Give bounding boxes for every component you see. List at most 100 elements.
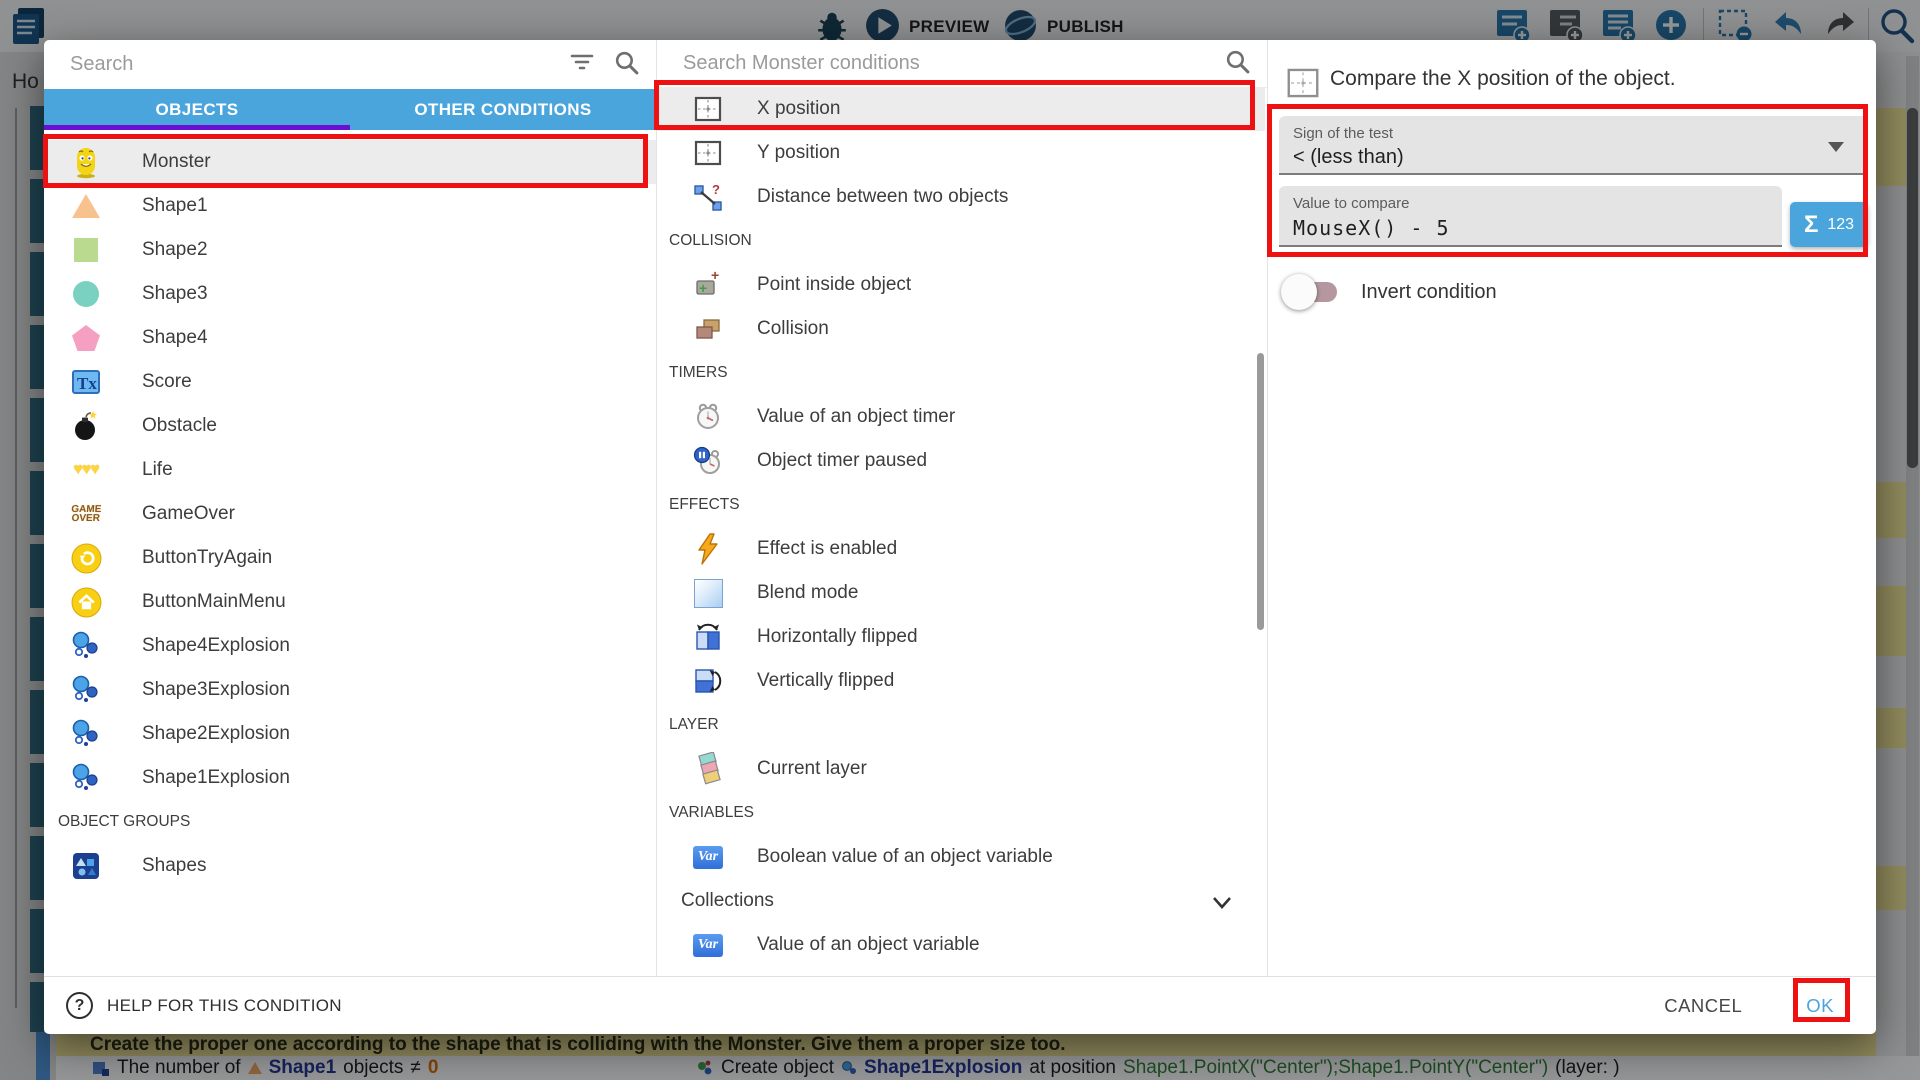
object-item-gameover[interactable]: GAMEOVER GameOver xyxy=(44,492,656,536)
object-item-life[interactable]: ♥♥♥ Life xyxy=(44,448,656,492)
explosion-particles-icon xyxy=(66,714,106,754)
object-item-shape4[interactable]: Shape4 xyxy=(44,316,656,360)
conditions-panel: X position Y position ? Distance between… xyxy=(656,40,1268,976)
bomb-icon xyxy=(66,406,106,446)
svg-text:+: + xyxy=(699,280,707,296)
objects-panel: OBJECTS OTHER CONDITIONS Monster Shape1 … xyxy=(44,40,656,976)
section-header-effects: EFFECTS xyxy=(657,483,1265,527)
conditions-searchbar xyxy=(657,40,1267,88)
timer-icon xyxy=(691,400,725,434)
help-link[interactable]: ? HELP FOR THIS CONDITION xyxy=(66,992,342,1019)
object-item-shape4explosion[interactable]: Shape4Explosion xyxy=(44,624,656,668)
pentagon-icon xyxy=(66,318,106,358)
lightning-icon xyxy=(691,532,725,566)
picker-tabs: OBJECTS OTHER CONDITIONS xyxy=(44,89,656,130)
home-button-icon xyxy=(66,582,106,622)
filter-icon[interactable] xyxy=(569,51,595,78)
condition-item-y-position[interactable]: Y position xyxy=(657,131,1265,175)
timer-paused-icon xyxy=(691,444,725,478)
blend-mode-icon xyxy=(691,576,725,610)
objects-search-input[interactable] xyxy=(68,52,551,77)
condition-item-effect-enabled[interactable]: Effect is enabled xyxy=(657,527,1265,571)
horizontal-flip-icon xyxy=(691,620,725,654)
screen: PREVIEW PUBLISH xyxy=(0,0,1920,1080)
conditions-scrollbar[interactable] xyxy=(1257,353,1264,630)
condition-item-distance[interactable]: ? Distance between two objects xyxy=(657,175,1265,219)
svg-text:Tx: Tx xyxy=(77,374,97,393)
object-item-score[interactable]: Tx Score xyxy=(44,360,656,404)
value-to-compare-input[interactable]: Value to compare MouseX() - 5 xyxy=(1279,186,1782,247)
condition-editor-dialog: OBJECTS OTHER CONDITIONS Monster Shape1 … xyxy=(44,40,1876,1034)
hearts-icon: ♥♥♥ xyxy=(66,450,106,490)
chevron-down-icon xyxy=(1209,889,1235,920)
retry-button-icon xyxy=(66,538,106,578)
invert-condition-toggle[interactable] xyxy=(1285,282,1337,302)
object-item-shape2[interactable]: Shape2 xyxy=(44,228,656,272)
condition-item-variable-value[interactable]: Var Value of an object variable xyxy=(657,923,1265,967)
object-item-buttontryagain[interactable]: ButtonTryAgain xyxy=(44,536,656,580)
section-header-variables: VARIABLES xyxy=(657,791,1265,835)
help-icon: ? xyxy=(66,992,93,1019)
object-groups-header: OBJECT GROUPS xyxy=(44,800,656,844)
condition-item-horizontally-flipped[interactable]: Horizontally flipped xyxy=(657,615,1265,659)
invert-condition-row: Invert condition xyxy=(1285,272,1497,312)
vertical-flip-icon xyxy=(691,664,725,698)
object-item-shape1[interactable]: Shape1 xyxy=(44,184,656,228)
sign-of-test-select[interactable]: Sign of the test < (less than) xyxy=(1279,116,1868,175)
objects-list: Monster Shape1 Shape2 Shape3 Shape4 xyxy=(44,140,656,888)
condition-item-boolean-variable[interactable]: Var Boolean value of an object variable xyxy=(657,835,1265,879)
condition-item-point-inside[interactable]: ++ Point inside object xyxy=(657,263,1265,307)
objects-searchbar xyxy=(44,40,656,89)
expression-editor-button[interactable]: Σ 123 xyxy=(1790,202,1868,247)
object-item-monster[interactable]: Monster xyxy=(44,140,656,184)
y-position-icon xyxy=(691,136,725,170)
circle-icon xyxy=(66,274,106,314)
object-item-shape1explosion[interactable]: Shape1Explosion xyxy=(44,756,656,800)
ok-button[interactable]: OK xyxy=(1800,994,1840,1018)
triangle-icon xyxy=(66,186,106,226)
group-item-shapes[interactable]: Shapes xyxy=(44,844,656,888)
x-position-icon xyxy=(1284,64,1322,107)
object-item-buttonmainmenu[interactable]: ButtonMainMenu xyxy=(44,580,656,624)
section-header-layer: LAYER xyxy=(657,703,1265,747)
condition-item-timer-value[interactable]: Value of an object timer xyxy=(657,395,1265,439)
variable-icon: Var xyxy=(691,928,725,962)
explosion-particles-icon xyxy=(66,670,106,710)
object-item-shape3explosion[interactable]: Shape3Explosion xyxy=(44,668,656,712)
condition-item-blend-mode[interactable]: Blend mode xyxy=(657,571,1265,615)
variable-icon: Var xyxy=(691,840,725,874)
sigma-icon: Σ xyxy=(1804,211,1818,239)
text-object-icon: Tx xyxy=(66,362,106,402)
cancel-button[interactable]: CANCEL xyxy=(1658,994,1748,1018)
condition-item-collision[interactable]: Collision xyxy=(657,307,1265,351)
conditions-list: X position Y position ? Distance between… xyxy=(657,87,1265,967)
object-item-shape2explosion[interactable]: Shape2Explosion xyxy=(44,712,656,756)
section-header-collision: COLLISION xyxy=(657,219,1265,263)
explosion-particles-icon xyxy=(66,626,106,666)
layers-icon xyxy=(691,752,725,786)
condition-item-vertically-flipped[interactable]: Vertically flipped xyxy=(657,659,1265,703)
explosion-particles-icon xyxy=(66,758,106,798)
collections-accordion[interactable]: Collections xyxy=(657,879,1265,923)
condition-item-current-layer[interactable]: Current layer xyxy=(657,747,1265,791)
condition-title: Compare the X position of the object. xyxy=(1330,67,1676,91)
parameters-panel: Compare the X position of the object. Si… xyxy=(1268,40,1876,976)
conditions-search-input[interactable] xyxy=(681,51,1206,76)
shapes-group-icon xyxy=(66,846,106,886)
object-item-shape3[interactable]: Shape3 xyxy=(44,272,656,316)
condition-item-x-position[interactable]: X position xyxy=(657,87,1265,131)
search-icon xyxy=(1224,48,1251,80)
condition-item-timer-paused[interactable]: Object timer paused xyxy=(657,439,1265,483)
monster-icon xyxy=(66,142,106,182)
tab-other-conditions[interactable]: OTHER CONDITIONS xyxy=(350,89,656,130)
dialog-footer: ? HELP FOR THIS CONDITION CANCEL OK xyxy=(44,976,1876,1034)
gameover-icon: GAMEOVER xyxy=(66,494,106,534)
object-item-obstacle[interactable]: Obstacle xyxy=(44,404,656,448)
point-inside-icon: ++ xyxy=(691,268,725,302)
x-position-icon xyxy=(691,92,725,126)
svg-text:?: ? xyxy=(712,182,720,197)
collision-icon xyxy=(691,312,725,346)
square-icon xyxy=(66,230,106,270)
tab-objects[interactable]: OBJECTS xyxy=(44,89,350,130)
dropdown-caret-icon xyxy=(1828,142,1844,152)
